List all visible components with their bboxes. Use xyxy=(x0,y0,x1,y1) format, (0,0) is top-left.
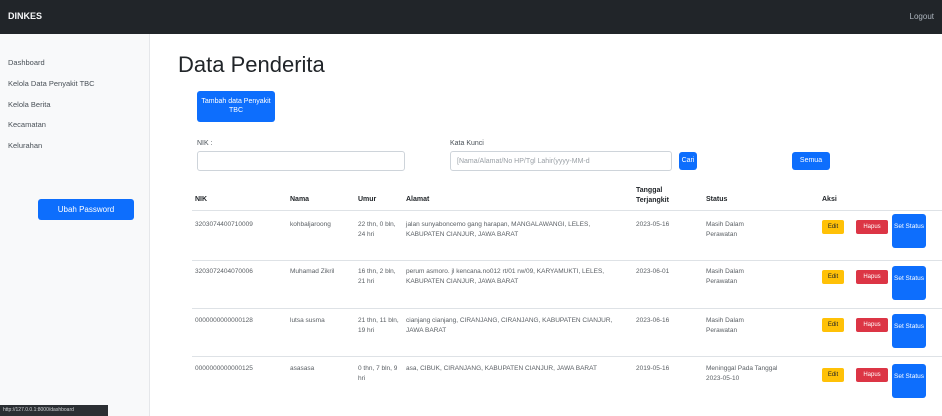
column-header-umur: Umur xyxy=(358,196,377,203)
nik-label: NIK : xyxy=(197,140,213,147)
row-umur: 22 thn, 0 bln, 24 hri xyxy=(358,221,396,238)
search-button[interactable]: Cari xyxy=(679,152,697,170)
change-password-button[interactable]: Ubah Password xyxy=(38,199,134,220)
row-alamat: asa, CIBUK, CIRANJANG, KABUPATEN CIANJUR… xyxy=(406,365,597,372)
row-nik: 3203072404070006 xyxy=(195,268,253,275)
set-status-button[interactable]: Set Status xyxy=(892,214,926,248)
row-alamat: perum asmoro. jl kencana.no012 rt/01 rw/… xyxy=(406,268,605,285)
keyword-input[interactable]: [Nama/Alamat/No HP/Tgl Lahir(yyyy-MM-d xyxy=(450,151,672,171)
row-status: Masih Dalam Perawatan xyxy=(706,221,744,238)
set-status-button[interactable]: Set Status xyxy=(892,364,926,398)
set-status-button[interactable]: Set Status xyxy=(892,266,926,300)
row-nama: asasasa xyxy=(290,365,315,372)
row-umur: 0 thn, 7 bln, 9 hri xyxy=(358,365,398,382)
delete-button[interactable]: Hapus xyxy=(856,270,888,284)
top-navbar: DINKES Logout xyxy=(0,0,942,34)
sidebar: Dashboard Kelola Data Penyakit TBC Kelol… xyxy=(0,34,150,416)
column-header-nik: NIK xyxy=(195,196,208,203)
row-alamat: cianjang cianjang, CIRANJANG, CIRANJANG,… xyxy=(406,317,613,334)
add-tbc-data-button[interactable]: Tambah data Penyakit TBC xyxy=(197,91,275,122)
sidebar-item-kelurahan[interactable]: Kelurahan xyxy=(8,141,42,150)
row-alamat: jalan sunyaboncemo gang harapan, MANGALA… xyxy=(406,221,591,238)
row-umur: 21 thn, 11 bln, 19 hri xyxy=(358,317,399,334)
row-divider xyxy=(192,260,942,261)
sidebar-item-dashboard[interactable]: Dashboard xyxy=(8,58,45,67)
sidebar-item-kecamatan[interactable]: Kecamatan xyxy=(8,120,46,129)
edit-button[interactable]: Edit xyxy=(822,318,844,332)
edit-button[interactable]: Edit xyxy=(822,220,844,234)
row-tanggal: 2023-06-16 xyxy=(636,317,670,324)
column-header-aksi: Aksi xyxy=(822,196,837,203)
edit-button[interactable]: Edit xyxy=(822,368,844,382)
column-header-status: Status xyxy=(706,196,728,203)
row-nama: Muhamad Zikril xyxy=(290,268,335,275)
nik-input[interactable] xyxy=(197,151,405,171)
row-umur: 16 thn, 2 bln, 21 hri xyxy=(358,268,396,285)
page-title: Data Penderita xyxy=(178,52,325,77)
delete-button[interactable]: Hapus xyxy=(856,318,888,332)
main-content: Data Penderita Tambah data Penyakit TBC … xyxy=(150,34,942,416)
edit-button[interactable]: Edit xyxy=(822,270,844,284)
show-all-button[interactable]: Semua xyxy=(792,152,830,170)
sidebar-item-kelola-tbc[interactable]: Kelola Data Penyakit TBC xyxy=(8,79,95,88)
logout-link[interactable]: Logout xyxy=(910,12,934,21)
sidebar-item-kelola-berita[interactable]: Kelola Berita xyxy=(8,100,51,109)
row-status: Masih Dalam Perawatan xyxy=(706,317,744,334)
row-tanggal: 2019-05-16 xyxy=(636,365,670,372)
column-header-nama: Nama xyxy=(290,196,310,203)
brand-logo[interactable]: DINKES xyxy=(8,11,42,21)
row-nama: lutsa susma xyxy=(290,317,325,324)
row-tanggal: 2023-06-01 xyxy=(636,268,670,275)
row-nik: 0000000000000125 xyxy=(195,365,253,372)
keyword-label: Kata Kunci xyxy=(450,140,484,147)
delete-button[interactable]: Hapus xyxy=(856,220,888,234)
column-header-tanggal: Tanggal Terjangkit xyxy=(636,187,669,204)
column-header-alamat: Alamat xyxy=(406,196,430,203)
row-nik: 3203074400710009 xyxy=(195,221,253,228)
row-status: Meninggal Pada Tanggal 2023-05-10 xyxy=(706,365,778,382)
row-divider xyxy=(192,308,942,309)
row-nik: 0000000000000128 xyxy=(195,317,253,324)
row-status: Masih Dalam Perawatan xyxy=(706,268,744,285)
row-divider xyxy=(192,356,942,357)
browser-status-bar: http://127.0.0.1:8000/dashboard xyxy=(0,405,108,416)
header-divider xyxy=(192,210,942,211)
row-tanggal: 2023-05-16 xyxy=(636,221,670,228)
row-nama: kohbaljaroong xyxy=(290,221,331,228)
delete-button[interactable]: Hapus xyxy=(856,368,888,382)
set-status-button[interactable]: Set Status xyxy=(892,314,926,348)
